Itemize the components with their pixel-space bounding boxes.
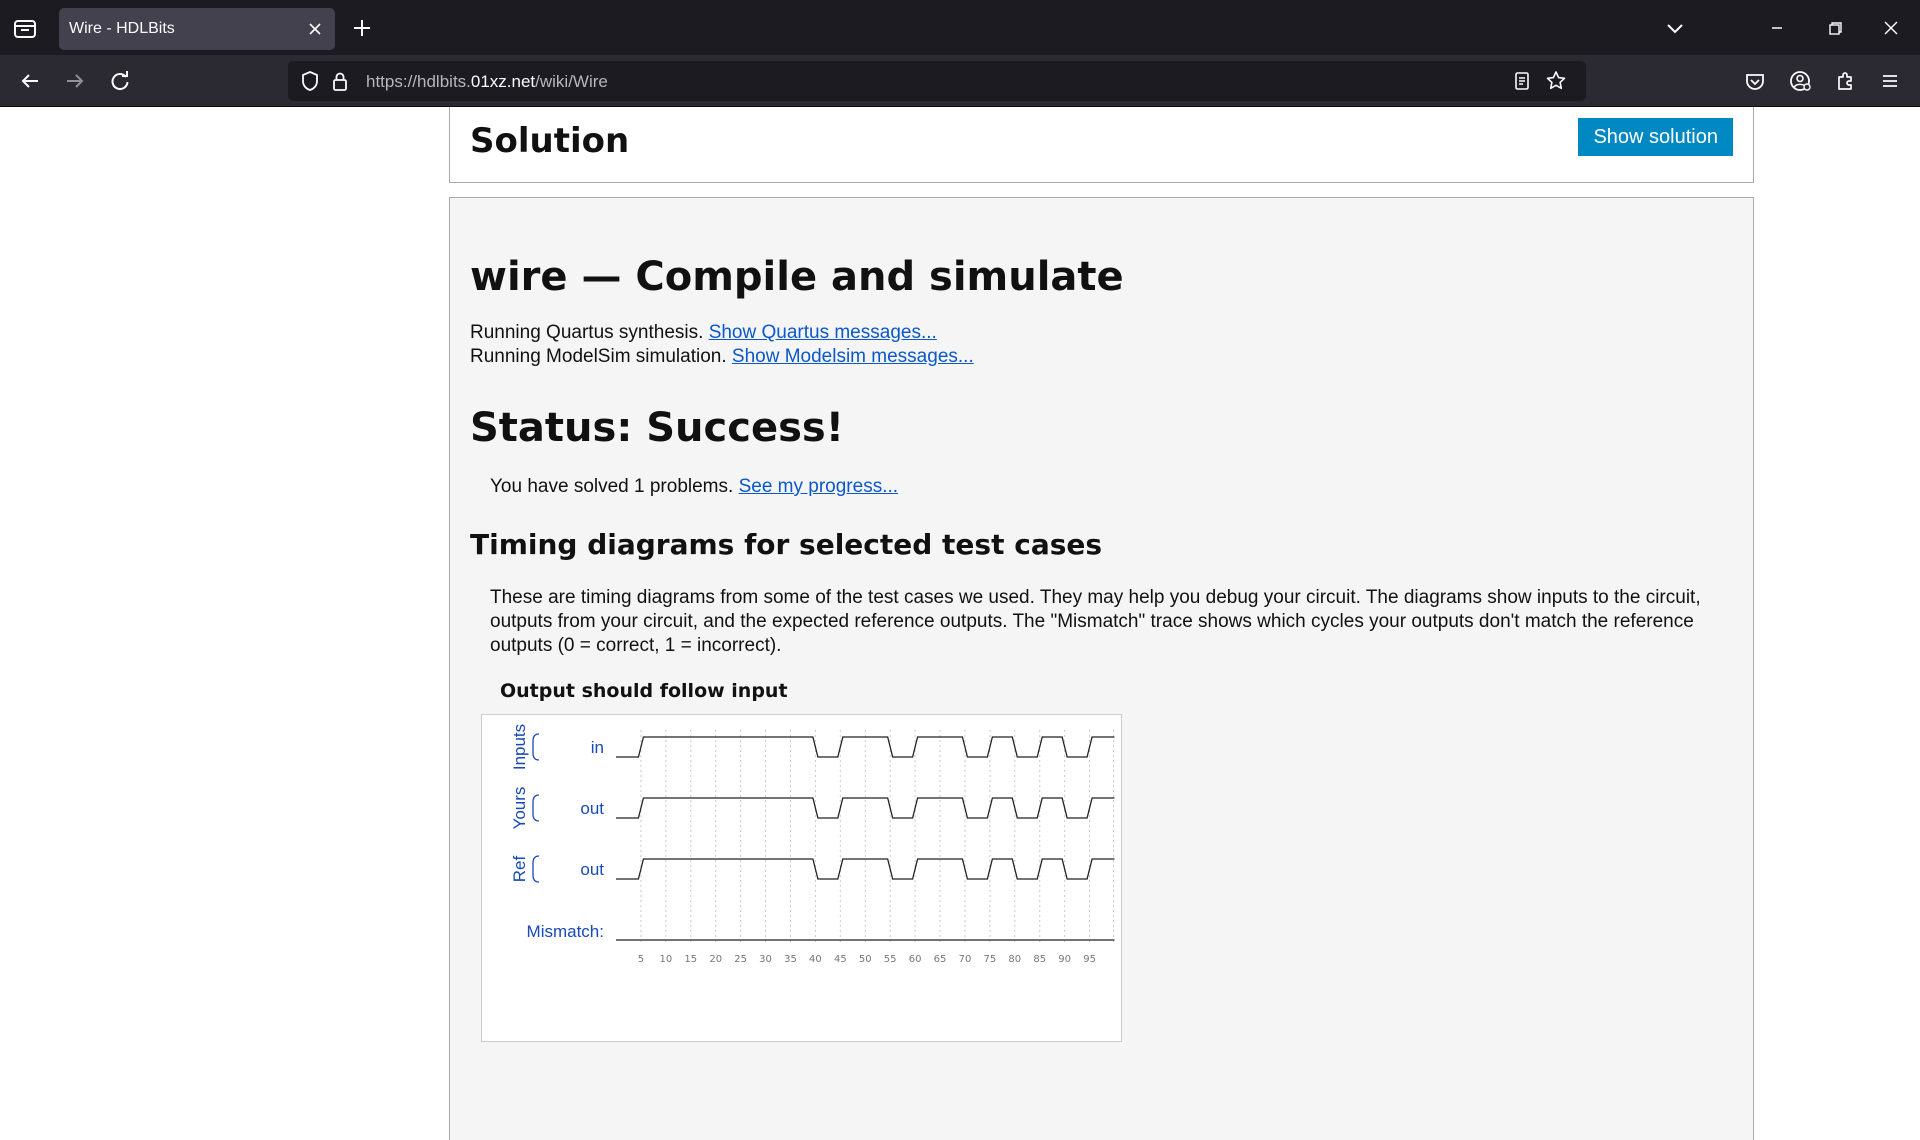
time-tick-label: 35: [784, 954, 797, 965]
time-tick-label: 30: [759, 954, 772, 965]
signal-label-in: in: [591, 738, 604, 757]
solution-panel: Solution Show solution: [449, 107, 1754, 183]
time-tick-label: 45: [834, 954, 847, 965]
group-label-yours: Yours: [510, 787, 529, 830]
time-tick-label: 95: [1083, 954, 1096, 965]
pocket-icon[interactable]: [1740, 66, 1770, 96]
tab-title: Wire - HDLBits: [69, 20, 175, 37]
url-text[interactable]: https://hdlbits.01xz.net/wiki/Wire: [366, 72, 608, 92]
modelsim-line: Running ModelSim simulation. Show Models…: [470, 346, 974, 368]
time-tick-label: 65: [934, 954, 947, 965]
solved-text: You have solved 1 problems.: [490, 476, 734, 497]
url-domain: 01xz.net: [470, 72, 536, 91]
mismatch-label: Mismatch:: [527, 922, 604, 941]
timing-heading: Timing diagrams for selected test cases: [470, 528, 1103, 561]
time-tick-label: 85: [1033, 954, 1046, 965]
time-tick-label: 20: [709, 954, 722, 965]
tab-list-icon[interactable]: [10, 14, 40, 42]
group-label-ref: Ref: [510, 856, 529, 883]
signal-label-out: out: [580, 860, 604, 879]
reader-view-icon[interactable]: [1508, 67, 1536, 95]
timing-diagram: Inputs in Yours out Ref out Mismatch: 5 10 15 20 25…: [481, 714, 1122, 1042]
waveform-title: Output should follow input: [500, 680, 788, 702]
group-bracket: [532, 733, 540, 761]
group-bracket: [532, 855, 540, 883]
time-tick-label: 15: [684, 954, 697, 965]
time-tick-label: 25: [734, 954, 747, 965]
status-heading: Status: Success!: [470, 405, 844, 451]
close-window-icon[interactable]: [1876, 13, 1906, 43]
timing-description: These are timing diagrams from some of t…: [490, 587, 1701, 656]
list-all-tabs-chevron-icon[interactable]: [1660, 13, 1690, 43]
minimize-icon[interactable]: [1762, 13, 1792, 43]
time-tick-label: 5: [638, 954, 644, 965]
result-title: wire — Compile and simulate: [470, 254, 1124, 300]
group-bracket: [532, 794, 540, 822]
new-tab-icon[interactable]: [348, 14, 376, 42]
solved-line: You have solved 1 problems. See my progr…: [490, 476, 898, 498]
account-icon[interactable]: [1785, 66, 1815, 96]
modelsim-text: Running ModelSim simulation.: [470, 346, 727, 367]
time-tick-label: 90: [1058, 954, 1071, 965]
tab-wire-hdlbits[interactable]: Wire - HDLBits: [59, 8, 335, 50]
tab-bar: Wire - HDLBits: [0, 0, 1920, 55]
time-tick-label: 60: [909, 954, 922, 965]
menu-icon[interactable]: [1875, 66, 1905, 96]
back-icon[interactable]: [15, 66, 45, 96]
group-label-inputs: Inputs: [510, 724, 529, 770]
quartus-text: Running Quartus synthesis.: [470, 322, 704, 343]
url-prefix: https://hdlbits.: [366, 72, 471, 91]
forward-icon[interactable]: [60, 66, 90, 96]
time-tick-label: 10: [659, 954, 672, 965]
reload-icon[interactable]: [105, 66, 135, 96]
page-content: Solution Show solution wire — Compile an…: [0, 107, 1920, 1140]
nav-bar: https://hdlbits.01xz.net/wiki/Wire: [0, 55, 1920, 107]
lock-icon[interactable]: [326, 67, 354, 95]
quartus-line: Running Quartus synthesis. Show Quartus …: [470, 322, 937, 344]
tab-close-icon[interactable]: [303, 17, 327, 41]
time-tick-label: 80: [1008, 954, 1021, 965]
see-my-progress-link[interactable]: See my progress...: [739, 476, 898, 497]
show-modelsim-messages-link[interactable]: Show Modelsim messages...: [732, 346, 974, 367]
time-tick-label: 70: [959, 954, 972, 965]
address-bar[interactable]: https://hdlbits.01xz.net/wiki/Wire: [288, 61, 1586, 101]
show-quartus-messages-link[interactable]: Show Quartus messages...: [709, 322, 937, 343]
signal-label-out: out: [580, 799, 604, 818]
solution-title: Solution: [470, 121, 630, 161]
url-path: /wiki/Wire: [535, 72, 608, 91]
extensions-icon[interactable]: [1830, 66, 1860, 96]
time-tick-label: 75: [984, 954, 997, 965]
timing-diagram-svg: Inputs in Yours out Ref out Mismatch: 5 10 15 20 25…: [510, 724, 1115, 965]
bookmark-star-icon[interactable]: [1542, 67, 1570, 95]
time-tick-label: 50: [859, 954, 872, 965]
time-tick-label: 40: [809, 954, 822, 965]
show-solution-button[interactable]: Show solution: [1578, 118, 1733, 156]
time-tick-label: 55: [884, 954, 897, 965]
simulation-result-panel: wire — Compile and simulate Running Quar…: [449, 197, 1754, 1140]
tracking-protection-shield-icon[interactable]: [296, 67, 324, 95]
restore-icon[interactable]: [1820, 13, 1850, 43]
